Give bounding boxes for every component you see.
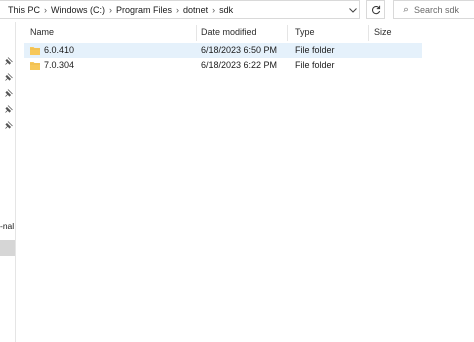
navigation-pane[interactable]: -nal (0, 22, 16, 342)
breadcrumb-this-pc[interactable]: This PC (0, 5, 43, 15)
column-headers: Name Date modified Type Size (24, 22, 424, 42)
file-name[interactable]: 7.0.304 (44, 60, 74, 70)
file-name[interactable]: 6.0.410 (44, 45, 74, 55)
search-box[interactable] (393, 0, 474, 19)
breadcrumb-windows-c[interactable]: Windows (C:) (48, 5, 108, 15)
nav-item-selected[interactable] (0, 240, 15, 256)
breadcrumb-label: Windows (C:) (51, 4, 106, 15)
nav-item-label[interactable]: -nal (0, 221, 14, 231)
column-header-size[interactable]: Size (374, 27, 392, 37)
column-header-name[interactable]: Name (30, 27, 54, 37)
address-bar[interactable]: This PC › Windows (C:) › Program Files ›… (0, 0, 360, 19)
refresh-button[interactable] (366, 0, 385, 19)
breadcrumb-program-files[interactable]: Program Files (113, 5, 175, 15)
breadcrumb-label: Program Files (116, 4, 173, 15)
breadcrumb-label: This PC (8, 4, 41, 15)
column-divider[interactable] (287, 25, 288, 41)
pin-icon[interactable] (5, 89, 13, 97)
column-header-type[interactable]: Type (295, 27, 315, 37)
file-row[interactable]: 6.0.410 6/18/2023 6:50 PM File folder (24, 43, 422, 58)
pin-icon[interactable] (5, 73, 13, 81)
search-input[interactable] (408, 4, 474, 15)
pin-icon[interactable] (5, 121, 13, 129)
file-date-modified: 6/18/2023 6:22 PM (201, 60, 278, 70)
folder-icon (30, 47, 40, 55)
breadcrumb-label: dotnet (183, 4, 209, 15)
chevron-down-icon[interactable] (348, 4, 358, 16)
refresh-icon (371, 5, 380, 14)
column-divider[interactable] (196, 25, 197, 41)
column-divider[interactable] (368, 25, 369, 41)
file-type: File folder (295, 45, 335, 55)
breadcrumb-dotnet[interactable]: dotnet (180, 5, 211, 15)
breadcrumb-sdk[interactable]: sdk (216, 5, 236, 15)
column-header-date-modified[interactable]: Date modified (201, 27, 257, 37)
breadcrumb-label: sdk (219, 4, 234, 15)
toolbar: This PC › Windows (C:) › Program Files ›… (0, 0, 474, 20)
file-row[interactable]: 7.0.304 6/18/2023 6:22 PM File folder (24, 58, 422, 73)
folder-icon (30, 62, 40, 70)
pin-icon[interactable] (5, 57, 13, 65)
file-date-modified: 6/18/2023 6:50 PM (201, 45, 278, 55)
pin-icon[interactable] (5, 105, 13, 113)
file-type: File folder (295, 60, 335, 70)
